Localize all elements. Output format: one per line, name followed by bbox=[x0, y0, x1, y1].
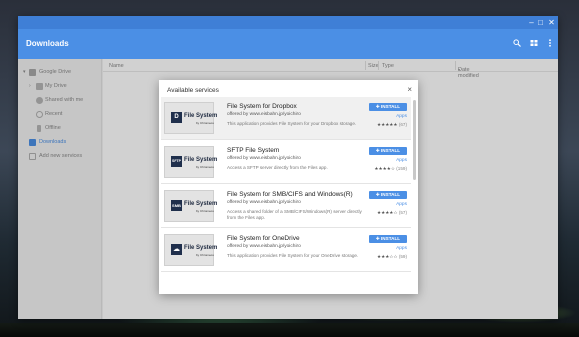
service-description: Access a SFTP server directly from the F… bbox=[227, 165, 328, 170]
app-header: Downloads bbox=[18, 29, 558, 59]
apps-label: Apps bbox=[396, 158, 407, 163]
search-icon[interactable] bbox=[511, 38, 523, 50]
star-rating-icon: ★★★★☆ bbox=[374, 166, 395, 171]
service-name[interactable]: File System for SMB/CIFS and Windows(R) bbox=[227, 191, 353, 198]
rating: ★★★☆☆ (59) bbox=[377, 254, 407, 260]
install-button[interactable]: ✚ INSTALL bbox=[369, 103, 407, 111]
service-name[interactable]: File System for OneDrive bbox=[227, 235, 300, 242]
service-logo: ☁ File System by Chromeos bbox=[164, 234, 218, 266]
rating-count: (159) bbox=[396, 166, 407, 171]
service-offered-by: offered by www.eisbahn.jp/yoichiro bbox=[227, 244, 301, 249]
more-vert-icon[interactable] bbox=[544, 38, 556, 50]
minimize-button[interactable]: – bbox=[527, 18, 536, 27]
window-titlebar: – □ ✕ bbox=[18, 16, 558, 29]
smb-logo-icon: SMB bbox=[171, 200, 182, 211]
star-rating-icon: ★★★★☆ bbox=[376, 210, 398, 215]
service-card-sftp[interactable]: SFTP File System by Chromeos SFTP File S… bbox=[161, 141, 411, 184]
logo-text: File System bbox=[184, 157, 218, 163]
service-card-smb[interactable]: SMB File System by Chromeos File System … bbox=[161, 185, 411, 228]
rating: ★★★★☆ (159) bbox=[374, 166, 407, 172]
logo-subtext: by Chromeos bbox=[196, 165, 214, 169]
logo-text: File System bbox=[184, 201, 218, 207]
service-offered-by: offered by www.eisbahn.jp/yoichiro bbox=[227, 156, 301, 161]
service-description: Access a shared folder of a SMB/CIFS/Win… bbox=[227, 209, 362, 220]
onedrive-logo-icon: ☁ bbox=[171, 244, 182, 255]
logo-subtext: by Chromeos bbox=[196, 121, 214, 125]
apps-label: Apps bbox=[396, 246, 407, 251]
available-services-dialog: Available services × D File System by Ch… bbox=[159, 80, 418, 294]
service-card-dropbox[interactable]: D File System by Chromeos File System fo… bbox=[161, 97, 411, 140]
service-logo: SMB File System by Chromeos bbox=[164, 190, 218, 222]
rating-count: (57) bbox=[398, 210, 407, 215]
maximize-button[interactable]: □ bbox=[536, 18, 545, 27]
service-logo: SFTP File System by Chromeos bbox=[164, 146, 218, 178]
services-list: D File System by Chromeos File System fo… bbox=[161, 97, 411, 291]
rating-count: (67) bbox=[398, 122, 407, 127]
install-button[interactable]: ✚ INSTALL bbox=[369, 235, 407, 243]
install-button-label: INSTALL bbox=[381, 236, 401, 241]
install-button-label: INSTALL bbox=[381, 104, 401, 109]
install-button-label: INSTALL bbox=[381, 148, 401, 153]
apps-label: Apps bbox=[396, 202, 407, 207]
wallpaper-ground bbox=[0, 323, 579, 337]
service-description: This application provides File System fo… bbox=[227, 253, 359, 258]
rating: ★★★★☆ (57) bbox=[377, 210, 407, 216]
service-name[interactable]: SFTP File System bbox=[227, 147, 279, 154]
rating: ★★★★★ (67) bbox=[377, 122, 407, 128]
service-offered-by: offered by www.eisbahn.jp/yoichiro bbox=[227, 112, 301, 117]
logo-subtext: by Chromeos bbox=[196, 253, 214, 257]
rating-count: (59) bbox=[398, 254, 407, 259]
view-grid-icon[interactable] bbox=[528, 38, 540, 50]
dialog-scrollbar[interactable] bbox=[413, 100, 416, 180]
install-button-label: INSTALL bbox=[381, 192, 401, 197]
install-button[interactable]: ✚ INSTALL bbox=[369, 191, 407, 199]
service-offered-by: offered by www.eisbahn.jp/yoichiro bbox=[227, 200, 301, 205]
star-rating-icon: ★★★☆☆ bbox=[376, 254, 398, 259]
dialog-title: Available services bbox=[167, 87, 219, 94]
service-name[interactable]: File System for Dropbox bbox=[227, 103, 297, 110]
sftp-logo-icon: SFTP bbox=[171, 156, 182, 167]
dropbox-logo-icon: D bbox=[171, 112, 182, 123]
service-card-onedrive[interactable]: ☁ File System by Chromeos File System fo… bbox=[161, 229, 411, 272]
page-title: Downloads bbox=[26, 39, 69, 48]
service-description: This application provides File System fo… bbox=[227, 121, 357, 126]
star-rating-icon: ★★★★★ bbox=[376, 122, 398, 127]
service-logo: D File System by Chromeos bbox=[164, 102, 218, 134]
install-button[interactable]: ✚ INSTALL bbox=[369, 147, 407, 155]
logo-subtext: by Chromeos bbox=[196, 209, 214, 213]
dialog-close-button[interactable]: × bbox=[407, 85, 412, 94]
logo-text: File System bbox=[184, 113, 218, 119]
close-window-button[interactable]: ✕ bbox=[547, 18, 556, 27]
logo-text: File System bbox=[184, 245, 218, 251]
apps-label: Apps bbox=[396, 114, 407, 119]
